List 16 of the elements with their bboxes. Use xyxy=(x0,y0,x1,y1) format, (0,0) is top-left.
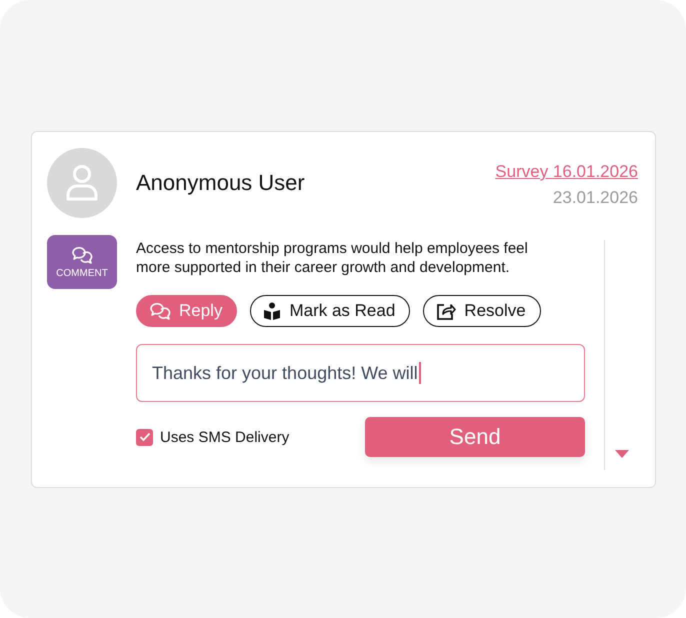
checkmark-icon xyxy=(138,432,150,442)
action-button[interactable]: Mark as Read xyxy=(250,295,410,327)
checkbox[interactable] xyxy=(136,428,153,446)
action-button[interactable]: Resolve xyxy=(423,295,541,327)
chat-bubbles-icon xyxy=(71,246,93,264)
date-label: 23.01.2026 xyxy=(552,188,638,208)
checkbox-label: Uses SMS Delivery xyxy=(160,428,290,446)
badge-label: COMMENT xyxy=(56,268,108,278)
chat-bubbles-icon xyxy=(149,302,171,320)
user-name: Anonymous User xyxy=(136,170,306,196)
person-icon xyxy=(65,164,99,202)
caret-down-icon[interactable] xyxy=(614,450,628,458)
share-icon xyxy=(436,302,456,320)
book-reader-icon xyxy=(263,302,282,320)
comment-text: Access to mentorship programs would help employees feel more supported in their career growth and development. xyxy=(136,239,529,277)
reply-field[interactable]: Thanks for your thoughts! We will xyxy=(136,344,585,402)
